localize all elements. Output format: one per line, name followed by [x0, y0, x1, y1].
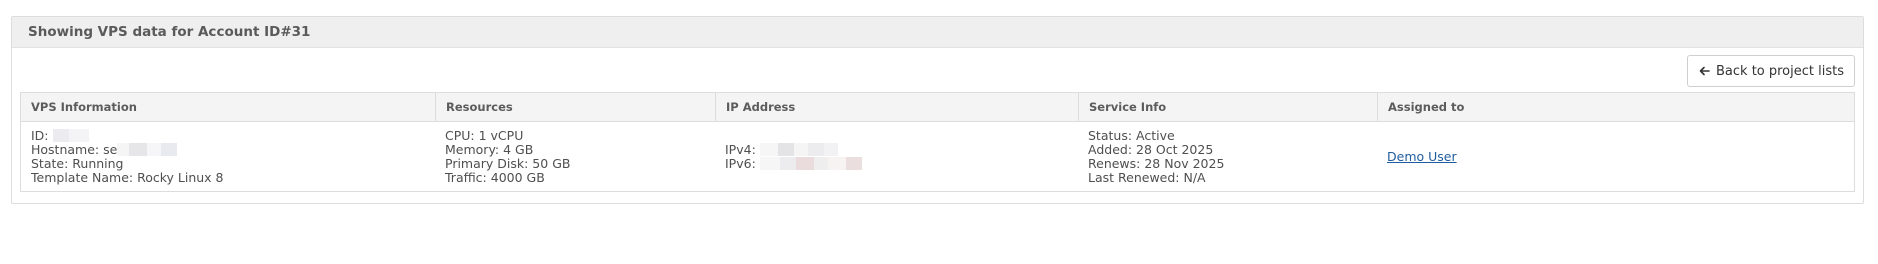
redacted-hostname [117, 143, 178, 156]
vps-information-cell: ID: Hostname: se State: Running Template… [21, 122, 435, 191]
ipv6-label: IPv6: [725, 155, 756, 171]
vps-hostname-label: Hostname: se [31, 141, 118, 157]
resource-cpu: CPU: 1 vCPU [445, 127, 524, 143]
back-to-project-lists-button[interactable]: Back to project lists [1687, 55, 1855, 87]
resource-traffic: Traffic: 4000 GB [445, 169, 545, 185]
ip-address-cell: IPv4: IPv6: [715, 122, 1078, 191]
service-added: Added: 28 Oct 2025 [1088, 141, 1214, 157]
header-vps-information: VPS Information [31, 100, 137, 114]
redacted-ipv6 [759, 157, 862, 170]
vps-data-panel: Showing VPS data for Account ID#31 Back … [11, 16, 1864, 204]
service-status: Status: Active [1088, 127, 1175, 143]
header-assigned-to: Assigned to [1377, 93, 1854, 121]
back-button-label: Back to project lists [1716, 63, 1844, 79]
vps-state: State: Running [31, 155, 124, 171]
table-header-row: VPS Information Resources IP Address Ser… [21, 93, 1854, 122]
vps-id-label: ID: [31, 127, 49, 143]
resource-primary-disk: Primary Disk: 50 GB [445, 155, 571, 171]
resources-cell: CPU: 1 vCPU Memory: 4 GB Primary Disk: 5… [435, 122, 715, 191]
vps-template-name: Template Name: Rocky Linux 8 [31, 169, 224, 185]
service-renews: Renews: 28 Nov 2025 [1088, 155, 1225, 171]
redacted-id [52, 129, 89, 142]
assigned-user-link[interactable]: Demo User [1387, 149, 1457, 164]
service-last-renewed: Last Renewed: N/A [1088, 169, 1206, 185]
panel-title: Showing VPS data for Account ID#31 [12, 17, 1863, 48]
header-service-info: Service Info [1078, 93, 1377, 121]
ipv4-label: IPv4: [725, 141, 756, 157]
header-resources: Resources [435, 93, 715, 121]
assigned-to-cell: Demo User [1377, 122, 1854, 191]
header-ip-address: IP Address [715, 93, 1078, 121]
redacted-ipv4 [759, 143, 838, 156]
service-info-cell: Status: Active Added: 28 Oct 2025 Renews… [1078, 122, 1377, 191]
arrow-left-icon [1699, 66, 1710, 76]
resource-memory: Memory: 4 GB [445, 141, 534, 157]
vps-table: VPS Information Resources IP Address Ser… [20, 92, 1855, 192]
